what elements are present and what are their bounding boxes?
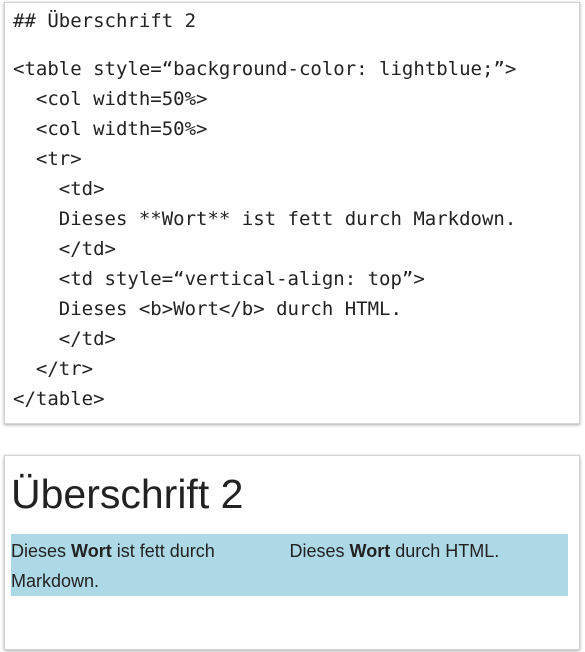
cell-text: Dieses (289, 541, 350, 561)
code-line: <td style=“vertical-align: top”> (13, 268, 425, 290)
preview-table: Dieses Wort ist fett durch Markdown. Die… (11, 534, 568, 596)
preview-heading: Überschrift 2 (11, 471, 244, 517)
table-row: Dieses Wort ist fett durch Markdown. Die… (11, 534, 568, 596)
rendered-preview-panel: Überschrift 2 Dieses Wort ist fett durch… (4, 455, 580, 650)
markdown-source-panel: ## Überschrift 2 <table style=“backgroun… (4, 2, 580, 424)
table-cell-html: Dieses Wort durch HTML. (290, 534, 569, 596)
code-line: <td> (13, 178, 105, 200)
code-line: <col width=50%> (13, 118, 208, 140)
code-line: <col width=50%> (13, 88, 208, 110)
cell-text: durch HTML. (390, 541, 500, 561)
bold-word: Wort (71, 541, 112, 561)
code-line: </table> (13, 388, 105, 410)
code-line: Dieses <b>Wort</b> durch HTML. (13, 298, 402, 320)
code-line: <table style=“background-color: lightblu… (13, 58, 517, 80)
cell-text: Dieses (11, 541, 72, 561)
code-line: ## Überschrift 2 (13, 10, 197, 32)
code-line: </td> (13, 238, 116, 260)
code-line: <tr> (13, 148, 82, 170)
code-line: </td> (13, 328, 116, 350)
bold-word: Wort (349, 541, 391, 561)
code-line: </tr> (13, 358, 94, 380)
code-line: Dieses **Wort** ist fett durch Markdown. (13, 208, 517, 230)
table-cell-markdown: Dieses Wort ist fett durch Markdown. (11, 534, 290, 596)
